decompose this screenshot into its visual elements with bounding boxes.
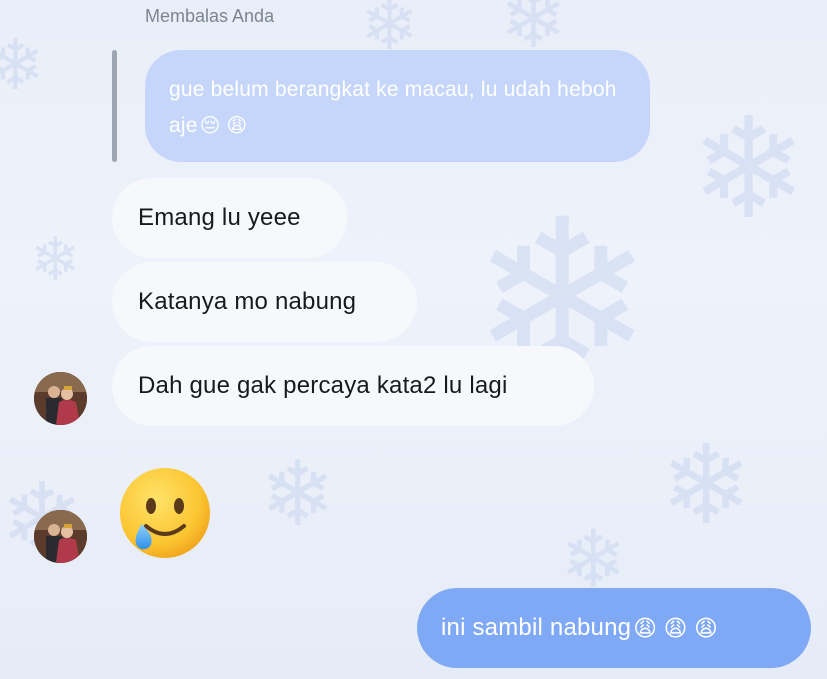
sticker-emoji[interactable]	[118, 466, 212, 560]
snowflake-icon: ❄	[690, 88, 808, 251]
snowflake-icon: ❄	[30, 225, 81, 295]
sender-avatar[interactable]	[34, 510, 87, 563]
snowflake-icon: ❄	[260, 442, 336, 547]
incoming-message-bubble[interactable]: Dah gue gak percaya kata2 lu lagi	[112, 346, 594, 426]
message-text: Dah gue gak percaya kata2 lu lagi	[138, 372, 508, 399]
sender-avatar[interactable]	[34, 372, 87, 425]
snowflake-icon: ❄	[0, 24, 45, 106]
reply-quoted-emojis: 😔 😩	[199, 115, 248, 137]
avatar-photo-icon	[34, 372, 87, 425]
reply-quote-bar	[112, 50, 117, 162]
incoming-message-bubble[interactable]: Emang lu yeee	[112, 178, 347, 258]
reply-quoted-bubble[interactable]: gue belum berangkat ke macau, lu udah he…	[145, 50, 650, 162]
avatar-photo-icon	[34, 510, 87, 563]
message-text: Katanya mo nabung	[138, 288, 357, 315]
message-text: ini sambil nabung	[441, 614, 632, 641]
reply-label: Membalas Anda	[145, 6, 275, 26]
message-emojis: 😩 😩 😩	[633, 614, 719, 641]
outgoing-message-bubble[interactable]: ini sambil nabung 😩 😩 😩	[417, 588, 811, 668]
smiling-face-with-tear-icon	[120, 468, 210, 558]
incoming-message-bubble[interactable]: Katanya mo nabung	[112, 262, 417, 342]
message-text: Emang lu yeee	[138, 204, 301, 231]
snowflake-icon: ❄	[660, 421, 753, 549]
